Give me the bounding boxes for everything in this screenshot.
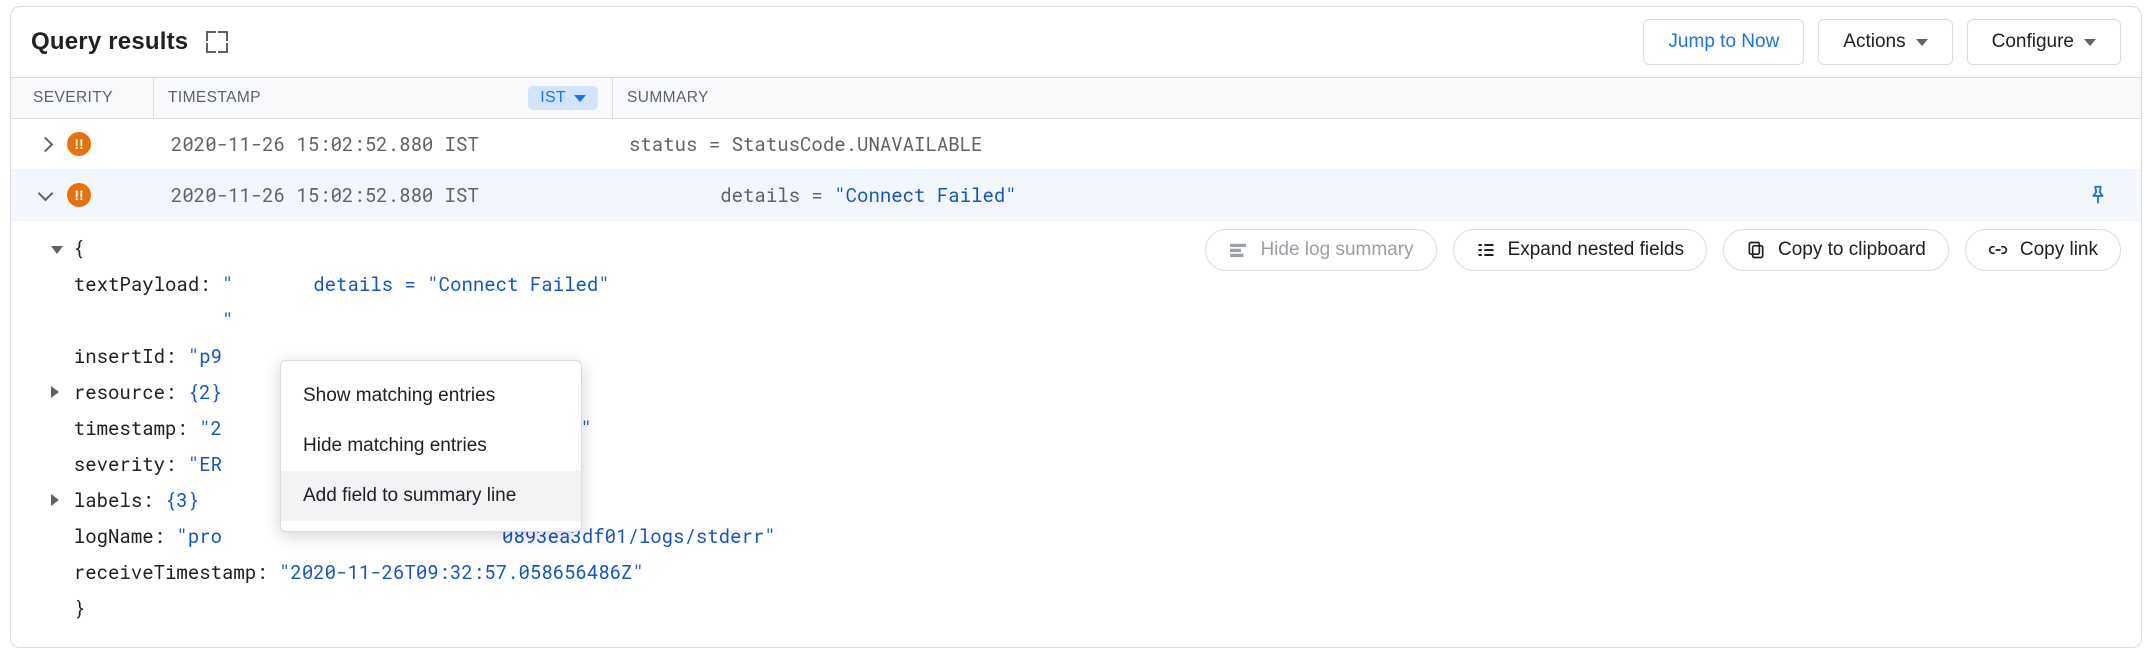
json-line[interactable]: receiveTimestamp: "2020-11-26T09:32:57.0…	[51, 555, 2141, 591]
pin-button[interactable]	[2087, 184, 2127, 206]
log-action-chips: Hide log summary Expand nested fields Co…	[1205, 229, 2121, 271]
hide-log-summary-button[interactable]: Hide log summary	[1205, 229, 1436, 271]
page-title: Query results	[31, 28, 188, 56]
summary-value: "Connect Failed"	[834, 183, 1016, 208]
expand-chevron-icon[interactable]	[37, 136, 53, 152]
caret-down-icon[interactable]	[51, 246, 63, 254]
actions-label: Actions	[1843, 31, 1905, 53]
log-row[interactable]: !! 2020-11-26 15:02:52.880 IST status = …	[11, 119, 2141, 170]
severity-error-icon: !!	[67, 183, 91, 207]
expand-nested-button[interactable]: Expand nested fields	[1453, 229, 1707, 271]
copy-clipboard-button[interactable]: Copy to clipboard	[1723, 229, 1949, 271]
summary-prefix: details =	[629, 183, 834, 208]
summary-icon	[1228, 240, 1248, 260]
cell-summary: details = "Connect Failed"	[615, 183, 2141, 208]
timezone-chip[interactable]: IST	[528, 86, 598, 110]
jump-to-now-button[interactable]: Jump to Now	[1643, 19, 1804, 65]
title-wrap: Query results	[31, 28, 228, 56]
col-timestamp[interactable]: TIMESTAMP IST	[154, 78, 613, 118]
chevron-down-icon	[2084, 39, 2096, 46]
cell-timestamp: 2020-11-26 15:02:52.880 IST	[157, 132, 615, 157]
chevron-down-icon	[574, 95, 586, 102]
severity-error-icon: !!	[67, 132, 91, 156]
actions-button[interactable]: Actions	[1818, 19, 1952, 65]
cell-timestamp: 2020-11-26 15:02:52.880 IST	[157, 183, 615, 208]
copy-link-button[interactable]: Copy link	[1965, 229, 2121, 271]
summary-text: status = StatusCode.UNAVAILABLE	[629, 132, 982, 157]
fullscreen-icon[interactable]	[206, 31, 228, 53]
cell-severity: !!	[11, 132, 157, 156]
collapse-chevron-icon[interactable]	[37, 187, 53, 203]
hide-log-summary-label: Hide log summary	[1260, 239, 1413, 261]
copy-link-label: Copy link	[2020, 239, 2098, 261]
column-headers: SEVERITY TIMESTAMP IST SUMMARY	[11, 77, 2141, 119]
pin-icon	[2087, 184, 2109, 206]
ctx-add-field[interactable]: Add field to summary line	[281, 471, 581, 521]
jump-to-now-label: Jump to Now	[1668, 31, 1779, 53]
json-line: "	[51, 303, 2141, 339]
cell-severity: !!	[11, 183, 157, 207]
log-row[interactable]: !! 2020-11-26 15:02:52.880 IST details =…	[11, 170, 2141, 221]
topbar: Query results Jump to Now Actions Config…	[11, 7, 2141, 77]
link-icon	[1988, 240, 2008, 260]
chevron-down-icon	[1916, 39, 1928, 46]
context-menu: Show matching entries Hide matching entr…	[280, 360, 582, 532]
col-summary[interactable]: SUMMARY	[613, 78, 2141, 118]
json-line[interactable]: textPayload: " details = "Connect Failed…	[51, 267, 2141, 303]
configure-label: Configure	[1992, 31, 2074, 53]
ctx-show-matching[interactable]: Show matching entries	[281, 371, 581, 421]
json-line: }	[51, 591, 2141, 627]
ctx-hide-matching[interactable]: Hide matching entries	[281, 421, 581, 471]
col-severity[interactable]: SEVERITY	[11, 78, 154, 118]
copy-icon	[1746, 240, 1766, 260]
expand-nested-label: Expand nested fields	[1508, 239, 1684, 261]
expand-icon	[1476, 240, 1496, 260]
copy-clipboard-label: Copy to clipboard	[1778, 239, 1926, 261]
col-timestamp-label: TIMESTAMP	[168, 89, 261, 107]
cell-summary: status = StatusCode.UNAVAILABLE	[615, 132, 2141, 157]
query-results-panel: Query results Jump to Now Actions Config…	[10, 6, 2142, 648]
configure-button[interactable]: Configure	[1967, 19, 2121, 65]
timezone-label: IST	[540, 89, 566, 107]
top-actions: Jump to Now Actions Configure	[1643, 19, 2121, 65]
